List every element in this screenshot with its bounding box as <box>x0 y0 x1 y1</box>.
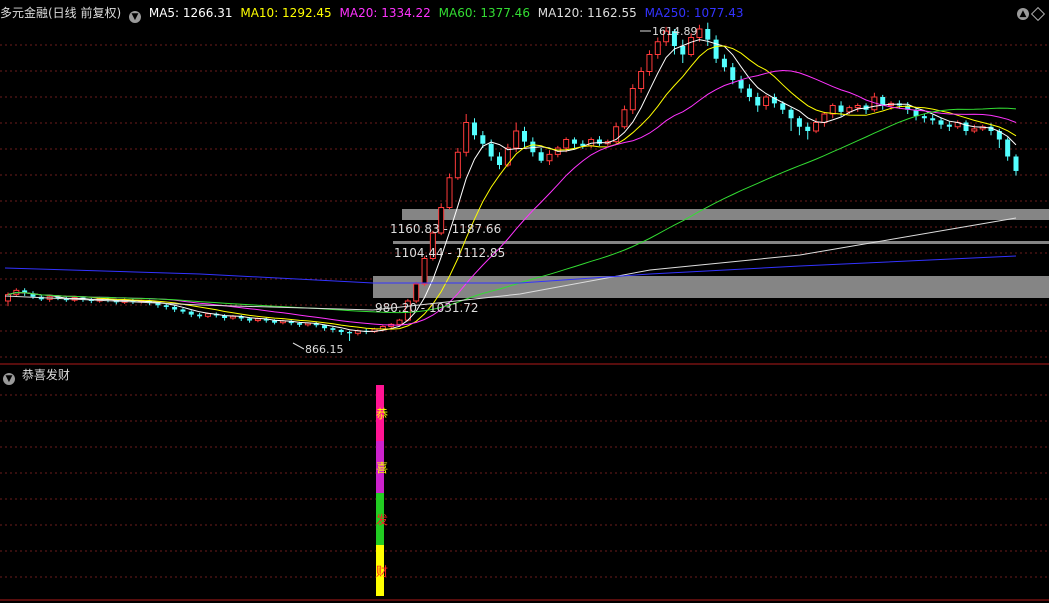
candle-body <box>1013 156 1019 171</box>
candle-body <box>938 120 944 125</box>
candle-body <box>680 46 686 55</box>
candle-body <box>705 29 711 40</box>
candle-body <box>638 71 645 89</box>
candle-body <box>463 122 470 153</box>
candle-body <box>421 258 428 285</box>
zone-1160-1187 <box>402 209 1049 220</box>
chart-title: 多元金融(日线 前复权) <box>0 6 122 20</box>
candle-body <box>480 135 486 144</box>
candle-body <box>963 122 969 131</box>
candle-body <box>180 309 186 312</box>
candle-body <box>538 152 544 161</box>
candle-body <box>746 88 752 97</box>
low-price-label: 866.15 <box>305 343 344 356</box>
candle-body <box>172 306 178 310</box>
candle-body <box>730 67 736 80</box>
up-arrow-icon[interactable]: ▲ <box>1017 8 1029 20</box>
ma10-label: MA10: 1292.45 <box>240 6 332 20</box>
candle-body <box>813 122 820 132</box>
candle-body <box>338 329 344 333</box>
chart-header: 多元金融(日线 前复权) ▼ MA5: 1266.31 MA10: 1292.4… <box>0 4 748 23</box>
candle-body <box>971 128 978 132</box>
ma20-label: MA20: 1334.22 <box>339 6 431 20</box>
candle-body <box>546 153 553 162</box>
candle-body <box>713 39 719 59</box>
price-chart[interactable]: 1160.83 - 1187.66 1104.44 - 1112.85 980.20… <box>0 0 1049 603</box>
chevron-down-icon[interactable]: ▼ <box>129 11 142 23</box>
candle-body <box>297 323 303 325</box>
candle-body <box>254 318 261 322</box>
candle-body <box>629 88 636 111</box>
candle-body <box>197 314 203 317</box>
signal-char: 喜 <box>376 461 388 475</box>
candle-body <box>654 41 661 55</box>
candle-body <box>1005 139 1011 157</box>
candle-body <box>780 103 786 110</box>
candle-body <box>621 109 628 128</box>
candle-body <box>930 118 936 121</box>
candle-body <box>272 320 278 323</box>
zone-label: 1160.83 - 1187.66 <box>390 222 501 236</box>
candle-body <box>330 328 336 330</box>
candle-body <box>854 105 861 109</box>
candle-body <box>838 105 844 112</box>
candle-body <box>721 58 727 68</box>
ma120-label: MA120: 1162.55 <box>537 6 637 20</box>
candle-body <box>446 177 453 208</box>
high-price-label: 1614.89 <box>652 25 698 38</box>
candle-body <box>497 156 503 165</box>
chevron-down-icon[interactable]: ▼ <box>3 373 15 385</box>
candle-body <box>788 109 794 119</box>
candle-body <box>347 332 353 334</box>
candle-body <box>946 124 952 127</box>
ma250-label: MA250: 1077.43 <box>644 6 744 20</box>
candle-body <box>571 139 577 144</box>
zone-label: 1104.44 - 1112.85 <box>394 246 505 260</box>
candle-body <box>163 305 169 307</box>
candle-body <box>247 318 253 321</box>
candle-body <box>688 37 695 55</box>
candle-body <box>646 54 653 72</box>
ma5-label: MA5: 1266.31 <box>148 6 233 20</box>
candle-body <box>454 151 461 179</box>
candle-body <box>521 131 527 142</box>
zone-1104-1112 <box>393 241 1049 244</box>
candle-body <box>696 28 703 38</box>
candle-body <box>188 311 194 315</box>
candle-body <box>204 313 211 317</box>
zone-label: 980.20 - 1031.72 <box>375 301 479 315</box>
ma60-label: MA60: 1377.46 <box>438 6 530 20</box>
subpanel-header: ▼ 恭喜发财 <box>0 366 70 385</box>
zone-980-1031 <box>373 276 1049 298</box>
candle-body <box>513 130 520 149</box>
signal-char: 恭 <box>376 407 388 421</box>
signal-char: 发 <box>376 512 388 527</box>
candle-body <box>921 116 927 119</box>
candle-body <box>805 126 811 131</box>
low-pointer <box>292 342 305 350</box>
candle-body <box>488 143 494 157</box>
candle-body <box>563 139 570 149</box>
candle-body <box>755 97 761 106</box>
candle-body <box>763 96 770 106</box>
subpanel-title: 恭喜发财 <box>21 368 70 382</box>
candle-body <box>738 80 744 89</box>
candle-body <box>821 113 828 123</box>
candle-body <box>472 122 478 136</box>
candle-body <box>396 319 403 325</box>
signal-char: 财 <box>376 565 388 579</box>
candle-body <box>413 283 420 302</box>
candle-body <box>796 118 802 127</box>
